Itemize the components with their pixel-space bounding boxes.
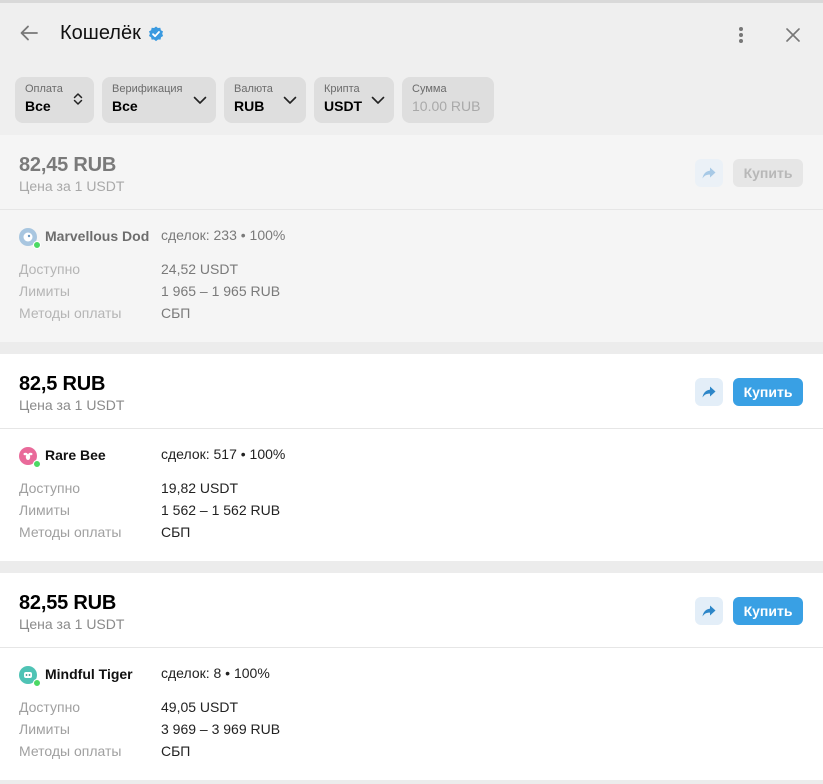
share-button[interactable] [695, 378, 723, 406]
amount-input[interactable]: 10.00 RUB [412, 98, 480, 114]
share-button[interactable] [695, 159, 723, 187]
share-arrow-icon [702, 386, 716, 398]
bee-avatar-icon [23, 452, 33, 460]
chevron-down-icon [283, 96, 297, 104]
price-caption: Цена за 1 USDT [19, 397, 125, 413]
divider [0, 647, 823, 648]
methods-label: Методы оплаты [19, 524, 122, 540]
available-value: 24,52 USDT [161, 261, 239, 277]
divider [0, 209, 823, 210]
arrow-left-icon [20, 25, 38, 41]
price-caption: Цена за 1 USDT [19, 178, 125, 194]
online-indicator [33, 460, 41, 468]
dodo-avatar-icon [23, 232, 33, 242]
offer-card: 82,55 RUB Цена за 1 USDT Купить Mindful … [0, 573, 823, 780]
offer-price: 82,45 RUB [19, 154, 117, 176]
deals-stats: сделок: 517 • 100% [161, 446, 286, 462]
available-value: 49,05 USDT [161, 699, 239, 715]
share-arrow-icon [702, 167, 716, 179]
filter-value: USDT [324, 98, 363, 114]
tiger-avatar-icon [24, 672, 32, 678]
methods-value: СБП [161, 524, 191, 540]
offer-price: 82,55 RUB [19, 592, 117, 614]
header: Кошелёк [0, 3, 823, 63]
trader-name[interactable]: Rare Bee [45, 447, 149, 463]
filter-label: Валюта [234, 83, 273, 95]
methods-value: СБП [161, 305, 191, 321]
online-indicator [33, 679, 41, 687]
close-button[interactable] [781, 22, 805, 48]
available-label: Доступно [19, 261, 81, 277]
close-icon [786, 28, 800, 42]
filter-payment[interactable]: Оплата Все [15, 77, 94, 123]
filter-currency[interactable]: Валюта RUB [224, 77, 306, 123]
chevron-down-icon [371, 96, 385, 104]
offer-card: 82,5 RUB Цена за 1 USDT Купить Rare Bee … [0, 354, 823, 561]
limits-label: Лимиты [19, 283, 70, 299]
filter-label: Крипта [324, 83, 360, 95]
trader-name[interactable]: Mindful Tiger [45, 666, 149, 682]
limits-label: Лимиты [19, 502, 70, 518]
filter-value: Все [112, 98, 138, 114]
share-button[interactable] [695, 597, 723, 625]
filter-label: Оплата [25, 83, 63, 95]
limits-value: 3 969 – 3 969 RUB [161, 721, 281, 737]
methods-label: Методы оплаты [19, 743, 122, 759]
divider [0, 428, 823, 429]
limits-value: 1 562 – 1 562 RUB [161, 502, 281, 518]
filter-verification[interactable]: Верификация Все [102, 77, 216, 123]
filter-value: Все [25, 98, 51, 114]
filter-value: RUB [234, 98, 265, 114]
more-menu-button[interactable] [729, 22, 753, 48]
filter-label: Сумма [412, 83, 447, 95]
offer-card: 82,45 RUB Цена за 1 USDT Купить Marvello… [0, 135, 823, 342]
filter-label: Верификация [112, 83, 183, 95]
filter-bar: Оплата Все Верификация Все Валюта RUB Кр… [0, 63, 823, 135]
limits-value: 1 965 – 1 965 RUB [161, 283, 281, 299]
filter-crypto[interactable]: Крипта USDT [314, 77, 394, 123]
buy-button[interactable]: Купить [733, 597, 803, 625]
offer-price: 82,5 RUB [19, 373, 106, 395]
available-label: Доступно [19, 699, 81, 715]
more-vertical-icon [739, 27, 743, 43]
available-label: Доступно [19, 480, 81, 496]
online-indicator [33, 241, 41, 249]
price-caption: Цена за 1 USDT [19, 616, 125, 632]
deals-stats: сделок: 8 • 100% [161, 665, 270, 681]
verified-badge-icon [149, 26, 164, 42]
page-title: Кошелёк [60, 22, 141, 44]
chevron-down-icon [193, 96, 207, 104]
sort-updown-icon [73, 93, 83, 105]
buy-button[interactable]: Купить [733, 378, 803, 406]
limits-label: Лимиты [19, 721, 70, 737]
share-arrow-icon [702, 605, 716, 617]
buy-button[interactable]: Купить [733, 159, 803, 187]
back-button[interactable] [16, 20, 42, 46]
methods-value: СБП [161, 743, 191, 759]
methods-label: Методы оплаты [19, 305, 122, 321]
available-value: 19,82 USDT [161, 480, 239, 496]
filter-amount[interactable]: Сумма 10.00 RUB [402, 77, 494, 123]
trader-name[interactable]: Marvellous Dodo [45, 228, 149, 244]
deals-stats: сделок: 233 • 100% [161, 227, 286, 243]
